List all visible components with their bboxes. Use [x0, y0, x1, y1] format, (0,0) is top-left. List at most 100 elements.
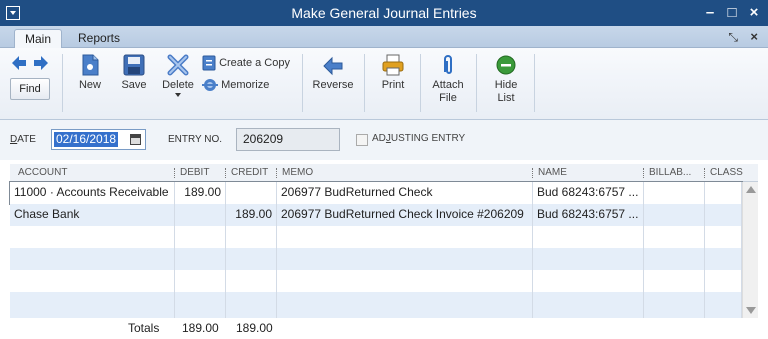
column-account[interactable]: ACCOUNT: [18, 167, 67, 178]
tab-strip: Main Reports ⤡ ×: [0, 26, 768, 48]
cell-credit[interactable]: [226, 226, 277, 248]
cell-billable[interactable]: [644, 248, 705, 270]
attach-file-button[interactable]: Attach File: [428, 54, 468, 105]
cell-name[interactable]: [533, 248, 644, 270]
cell-billable[interactable]: [644, 292, 705, 318]
cell-billable[interactable]: [644, 270, 705, 292]
cell-credit[interactable]: [226, 248, 277, 270]
column-class[interactable]: CLASS: [710, 167, 743, 178]
cell-credit[interactable]: 189.00: [226, 204, 277, 226]
delete-dropdown-arrow-icon[interactable]: [175, 93, 181, 97]
cell-account[interactable]: Chase Bank: [10, 204, 175, 226]
cell-debit[interactable]: 189.00: [175, 182, 226, 204]
cell-debit[interactable]: [175, 270, 226, 292]
save-button[interactable]: Save: [114, 54, 154, 91]
cell-name[interactable]: Bud 68243:6757 ...: [533, 182, 644, 204]
cell-account[interactable]: [10, 226, 175, 248]
table-row[interactable]: [10, 248, 742, 270]
memorize-label: Memorize: [221, 79, 270, 91]
cell-class[interactable]: [705, 270, 742, 292]
cell-name[interactable]: [533, 292, 644, 318]
reverse-button[interactable]: Reverse: [310, 54, 356, 91]
paperclip-icon: [444, 55, 452, 74]
cell-class[interactable]: [705, 248, 742, 270]
date-field[interactable]: 02/16/2018: [51, 129, 146, 150]
attach-label-line1: Attach: [432, 79, 464, 91]
close-icon[interactable]: ×: [744, 3, 764, 23]
column-memo[interactable]: MEMO: [282, 167, 313, 178]
delete-button[interactable]: Delete: [158, 54, 198, 97]
adjusting-entry-checkbox[interactable]: [356, 134, 368, 146]
cell-credit[interactable]: [226, 270, 277, 292]
cell-account[interactable]: [10, 292, 175, 318]
cell-credit[interactable]: [226, 292, 277, 318]
cell-account[interactable]: 11000 · Accounts Receivable: [10, 182, 175, 204]
cell-memo[interactable]: 206977 BudReturned Check Invoice #206209: [277, 204, 533, 226]
cell-debit[interactable]: [175, 292, 226, 318]
cell-billable[interactable]: [644, 182, 705, 204]
cell-name[interactable]: [533, 226, 644, 248]
close-pane-icon[interactable]: ×: [750, 29, 758, 44]
cell-memo[interactable]: [277, 248, 533, 270]
reverse-label: Reverse: [312, 79, 354, 91]
date-value[interactable]: 02/16/2018: [54, 132, 119, 147]
hide-list-icon: [496, 55, 516, 75]
scroll-up-arrow-icon[interactable]: [746, 186, 756, 193]
cell-account[interactable]: [10, 248, 175, 270]
table-row[interactable]: [10, 226, 742, 248]
table-row[interactable]: [10, 270, 742, 292]
memorize-icon: [202, 79, 218, 91]
minimize-icon[interactable]: –: [700, 3, 720, 23]
delete-label: Delete: [162, 79, 194, 91]
new-button[interactable]: New: [72, 54, 108, 91]
cell-billable[interactable]: [644, 226, 705, 248]
totals-row: Totals 189.00 189.00: [10, 318, 742, 338]
collapse-toolbar-icon[interactable]: ⤡: [728, 30, 738, 45]
grid-scrollbar[interactable]: [742, 182, 758, 318]
cell-debit[interactable]: [175, 204, 226, 226]
print-button[interactable]: Print: [374, 54, 412, 91]
attach-label-line2: File: [439, 92, 457, 104]
cell-credit[interactable]: [226, 182, 277, 204]
previous-arrow-icon: [12, 56, 26, 70]
cell-debit[interactable]: [175, 248, 226, 270]
cell-name[interactable]: Bud 68243:6757 ...: [533, 204, 644, 226]
cell-memo[interactable]: [277, 226, 533, 248]
date-label: DATE: [10, 134, 36, 145]
cell-billable[interactable]: [644, 204, 705, 226]
calendar-icon[interactable]: [130, 134, 141, 145]
tab-main[interactable]: Main: [14, 29, 63, 48]
column-name[interactable]: NAME: [538, 167, 567, 178]
find-button[interactable]: Find: [10, 78, 50, 100]
cell-account[interactable]: [10, 270, 175, 292]
title-bar: Make General Journal Entries – □ ×: [0, 0, 768, 26]
cell-memo[interactable]: 206977 BudReturned Check: [277, 182, 533, 204]
print-label: Print: [381, 79, 405, 91]
cell-class[interactable]: [705, 292, 742, 318]
column-credit[interactable]: CREDIT: [231, 167, 268, 178]
column-billable[interactable]: BILLAB...: [649, 167, 691, 178]
memorize-button[interactable]: Memorize: [202, 77, 269, 93]
save-disk-icon: [123, 54, 145, 76]
table-row[interactable]: [10, 292, 742, 318]
scroll-down-arrow-icon[interactable]: [746, 307, 756, 314]
cell-class[interactable]: [705, 226, 742, 248]
tab-reports[interactable]: Reports: [68, 29, 130, 48]
table-row[interactable]: 11000 · Accounts Receivable 189.00 20697…: [9, 181, 743, 205]
cell-class[interactable]: [705, 182, 742, 204]
total-credit: 189.00: [236, 321, 273, 335]
table-row[interactable]: Chase Bank 189.00 206977 BudReturned Che…: [10, 204, 742, 226]
reverse-arrow-icon: [323, 56, 343, 76]
cell-debit[interactable]: [175, 226, 226, 248]
window-title: Make General Journal Entries: [291, 5, 477, 21]
cell-class[interactable]: [705, 204, 742, 226]
column-debit[interactable]: DEBIT: [180, 167, 209, 178]
create-copy-button[interactable]: Create a Copy: [202, 55, 290, 71]
hide-label-line1: Hide: [494, 79, 518, 91]
hide-list-button[interactable]: Hide List: [486, 54, 526, 105]
cell-memo[interactable]: [277, 270, 533, 292]
cell-memo[interactable]: [277, 292, 533, 318]
maximize-icon[interactable]: □: [722, 3, 742, 23]
entry-no-field[interactable]: 206209: [236, 128, 340, 151]
cell-name[interactable]: [533, 270, 644, 292]
